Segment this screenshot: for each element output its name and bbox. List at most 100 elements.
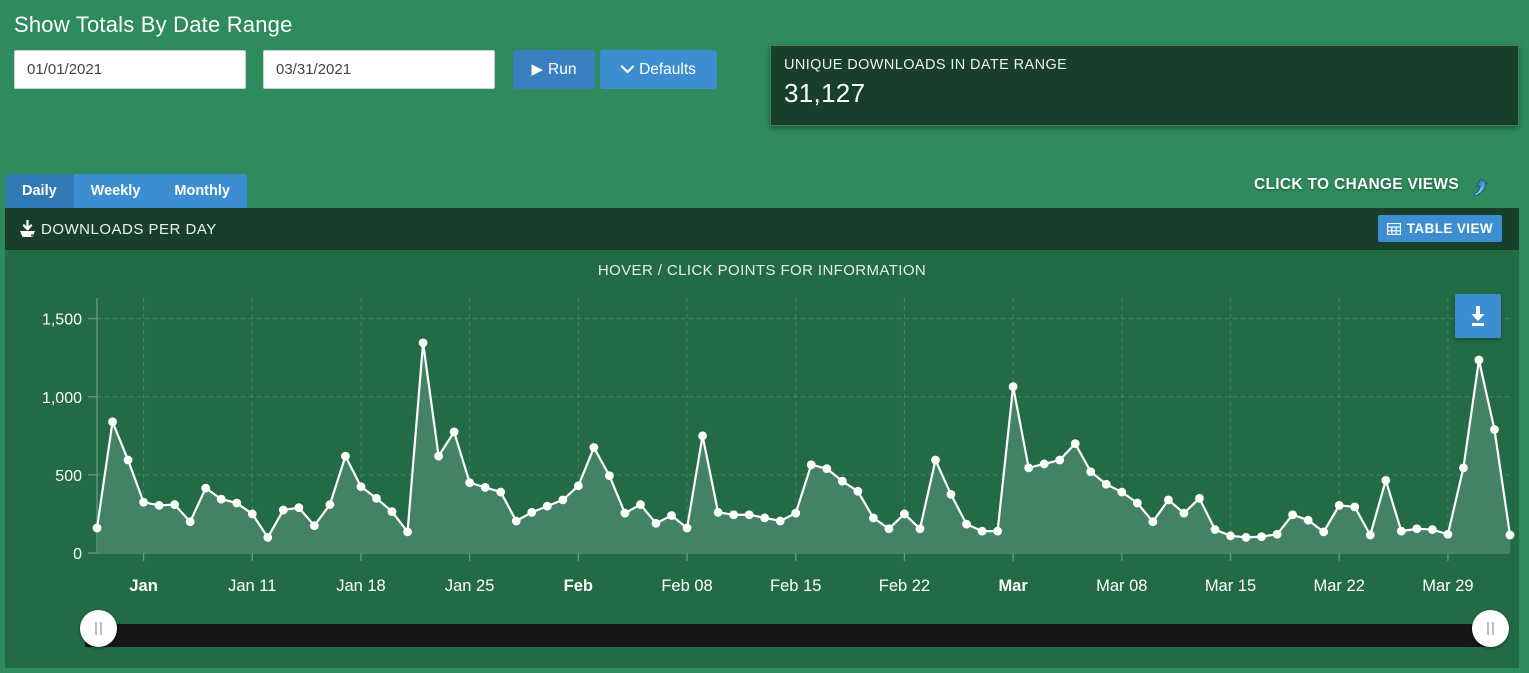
data-point[interactable]: [1412, 524, 1422, 534]
data-point[interactable]: [1117, 487, 1127, 497]
data-point[interactable]: [915, 524, 925, 534]
data-point[interactable]: [713, 507, 723, 517]
data-point[interactable]: [1396, 526, 1406, 536]
data-point[interactable]: [1070, 439, 1080, 449]
data-point[interactable]: [480, 482, 490, 492]
data-point[interactable]: [92, 523, 102, 533]
data-point[interactable]: [1086, 467, 1096, 477]
data-point[interactable]: [993, 526, 1002, 536]
data-point[interactable]: [1039, 459, 1049, 469]
data-point[interactable]: [511, 516, 521, 526]
data-point[interactable]: [1505, 530, 1515, 540]
data-point[interactable]: [636, 500, 645, 509]
data-point[interactable]: [1257, 532, 1266, 541]
data-point[interactable]: [931, 455, 940, 465]
data-point[interactable]: [682, 523, 692, 533]
data-point[interactable]: [946, 490, 956, 499]
data-point[interactable]: [1443, 529, 1453, 539]
data-point[interactable]: [309, 521, 319, 531]
data-point[interactable]: [1365, 530, 1375, 540]
data-point[interactable]: [744, 510, 754, 520]
data-point[interactable]: [837, 476, 847, 486]
data-point[interactable]: [496, 487, 506, 497]
range-slider-left-handle[interactable]: [80, 610, 117, 647]
data-point[interactable]: [201, 483, 211, 493]
data-point[interactable]: [154, 500, 164, 510]
data-point[interactable]: [247, 509, 257, 519]
data-point[interactable]: [418, 338, 428, 348]
data-point[interactable]: [1334, 500, 1344, 510]
data-point[interactable]: [868, 513, 878, 523]
data-point[interactable]: [605, 471, 614, 481]
data-point[interactable]: [123, 455, 133, 465]
tab-weekly[interactable]: Weekly: [73, 174, 158, 208]
run-button[interactable]: ▶ Run: [513, 50, 595, 89]
tab-monthly[interactable]: Monthly: [157, 174, 247, 208]
data-point[interactable]: [791, 508, 801, 518]
data-point[interactable]: [698, 431, 707, 441]
data-point[interactable]: [170, 500, 180, 509]
data-point[interactable]: [853, 486, 863, 496]
data-point[interactable]: [1288, 510, 1298, 520]
data-point[interactable]: [651, 518, 661, 528]
data-point[interactable]: [1055, 455, 1065, 465]
data-point[interactable]: [1381, 475, 1391, 485]
data-point[interactable]: [962, 519, 971, 529]
data-point[interactable]: [1008, 382, 1018, 391]
data-point[interactable]: [1490, 425, 1499, 434]
data-point[interactable]: [1210, 525, 1220, 534]
data-point[interactable]: [667, 511, 676, 520]
data-point[interactable]: [1132, 498, 1142, 508]
data-point[interactable]: [822, 464, 832, 474]
data-point[interactable]: [387, 507, 397, 516]
data-point[interactable]: [1303, 515, 1313, 525]
data-point[interactable]: [900, 509, 909, 519]
tab-daily[interactable]: Daily: [5, 174, 74, 208]
data-point[interactable]: [278, 505, 288, 515]
data-point[interactable]: [1148, 517, 1158, 527]
data-point[interactable]: [729, 510, 739, 520]
start-date-input[interactable]: [14, 50, 246, 89]
chart-download-button[interactable]: [1455, 294, 1501, 338]
data-point[interactable]: [760, 513, 770, 523]
data-point[interactable]: [185, 517, 195, 527]
data-point[interactable]: [139, 497, 148, 507]
data-point[interactable]: [403, 527, 412, 537]
data-point[interactable]: [775, 516, 785, 526]
plot-area[interactable]: 0 500 1,000 1,500 Jan Jan 11 Jan 18 Jan 25 Feb Fe…: [5, 278, 1519, 623]
data-point[interactable]: [1459, 463, 1468, 473]
data-point[interactable]: [1427, 525, 1437, 534]
range-slider-track[interactable]: [85, 624, 1485, 647]
data-point[interactable]: [620, 508, 630, 518]
table-view-button[interactable]: TABLE VIEW: [1377, 215, 1502, 242]
data-point[interactable]: [884, 524, 894, 534]
data-point[interactable]: [573, 481, 583, 491]
data-point[interactable]: [1164, 495, 1173, 505]
range-slider[interactable]: [5, 610, 1519, 660]
range-slider-right-handle[interactable]: [1472, 610, 1509, 647]
data-point[interactable]: [232, 498, 242, 508]
data-point[interactable]: [108, 417, 117, 427]
data-point[interactable]: [1101, 479, 1111, 489]
data-point[interactable]: [1179, 508, 1189, 518]
downloads-per-day-chart[interactable]: 0 500 1,000 1,500 Jan Jan 11 Jan 18 Jan 25 Feb Fe…: [5, 278, 1519, 623]
data-point[interactable]: [527, 507, 537, 517]
data-point[interactable]: [465, 478, 475, 488]
data-point[interactable]: [977, 526, 987, 536]
data-point[interactable]: [1272, 529, 1282, 539]
data-point[interactable]: [542, 501, 552, 511]
data-point[interactable]: [806, 460, 816, 470]
data-point[interactable]: [1319, 527, 1329, 537]
defaults-button[interactable]: Defaults: [600, 50, 717, 89]
data-point[interactable]: [263, 532, 273, 542]
data-point[interactable]: [372, 493, 381, 503]
data-point[interactable]: [589, 443, 599, 452]
data-point[interactable]: [449, 427, 459, 437]
data-point[interactable]: [1226, 531, 1235, 541]
data-point[interactable]: [1195, 493, 1204, 503]
data-point[interactable]: [341, 451, 350, 461]
data-point[interactable]: [1024, 463, 1034, 473]
data-point[interactable]: [1474, 355, 1484, 365]
data-point[interactable]: [558, 495, 568, 505]
data-point[interactable]: [325, 500, 335, 509]
